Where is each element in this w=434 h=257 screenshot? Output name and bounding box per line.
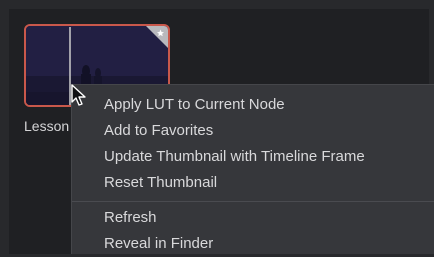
menu-item-update-thumbnail[interactable]: Update Thumbnail with Timeline Frame: [72, 144, 434, 170]
clip-name-label: Lesson: [24, 118, 70, 134]
menu-item-reset-thumbnail[interactable]: Reset Thumbnail: [72, 170, 434, 196]
menu-item-add-to-favorites[interactable]: Add to Favorites: [72, 118, 434, 144]
menu-item-refresh[interactable]: Refresh: [72, 205, 434, 231]
menu-item-apply-lut[interactable]: Apply LUT to Current Node: [72, 92, 434, 118]
mouse-pointer-icon: [71, 84, 89, 108]
menu-separator: [72, 201, 434, 202]
menu-item-reveal-in-finder[interactable]: Reveal in Finder: [72, 231, 434, 257]
star-icon: [146, 26, 168, 48]
context-menu: Apply LUT to Current Node Add to Favorit…: [71, 84, 434, 254]
